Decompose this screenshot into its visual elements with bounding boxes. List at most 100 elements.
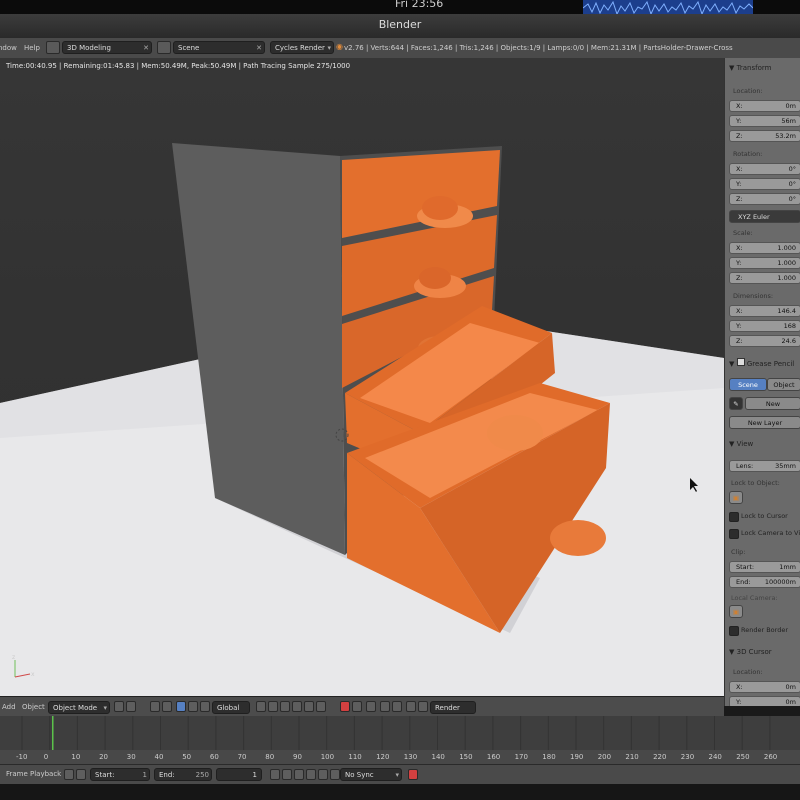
cube-icon[interactable]: ▣	[729, 491, 743, 504]
rotation-x-field[interactable]: X: 0°	[729, 163, 800, 175]
screen-layout-select[interactable]: 3D Modeling ✕	[62, 41, 152, 54]
clip-start-field[interactable]: Start: 1mm	[729, 561, 800, 573]
frame-number-label: 210	[625, 753, 639, 761]
opengl-render-icon[interactable]	[380, 701, 390, 712]
render-icon[interactable]	[392, 701, 402, 712]
grease-pencil-header[interactable]: ▼ Grease Pencil	[729, 358, 794, 368]
mode-select[interactable]: Object Mode ▾	[48, 701, 110, 714]
auto-key-icon[interactable]	[408, 769, 418, 780]
layer-icon[interactable]	[304, 701, 314, 712]
pivot-icon[interactable]	[126, 701, 136, 712]
dimensions-z-field[interactable]: Z: 24.6	[729, 335, 800, 347]
clip-label: Clip:	[731, 548, 746, 556]
grease-new-button[interactable]: New	[745, 397, 800, 410]
cursor-x-field[interactable]: X: 0m	[729, 681, 800, 693]
snap-target-icon[interactable]	[352, 701, 362, 712]
screen-layout-icon[interactable]	[46, 41, 60, 54]
grease-scene-tab[interactable]: Scene	[729, 378, 767, 391]
menu-window[interactable]: ndow	[0, 44, 17, 52]
close-icon[interactable]: ✕	[143, 42, 149, 55]
3d-cursor-header[interactable]: ▼ 3D Cursor	[729, 648, 772, 656]
play-reverse-icon[interactable]	[294, 769, 304, 780]
menu-add[interactable]: Add	[2, 703, 16, 711]
scale-z-field[interactable]: Z: 1.000	[729, 272, 800, 284]
proportional-icon[interactable]	[366, 701, 376, 712]
next-key-icon[interactable]	[318, 769, 328, 780]
menu-help[interactable]: Help	[24, 44, 40, 52]
scene-stats: v2.76 | Verts:644 | Faces:1,246 | Tris:1…	[344, 44, 733, 52]
orientation-select[interactable]: Global	[212, 701, 250, 714]
scale-y-field[interactable]: Y: 1.000	[729, 257, 800, 269]
dimensions-y-field[interactable]: Y: 168	[729, 320, 800, 332]
translate-icon[interactable]	[162, 701, 172, 712]
snap-icon[interactable]	[340, 701, 350, 712]
scale-x-field[interactable]: X: 1.000	[729, 242, 800, 254]
current-frame-field[interactable]: 1	[216, 768, 262, 781]
render-border-checkbox[interactable]	[729, 626, 739, 636]
layer-icon[interactable]	[280, 701, 290, 712]
dimensions-x-field[interactable]: X: 146.4	[729, 305, 800, 317]
start-frame-field[interactable]: Start: 1	[90, 768, 150, 781]
drawer-knob-4	[487, 415, 543, 451]
render-layer-select[interactable]: Render Layer	[430, 701, 476, 725]
frame-number-label: 90	[293, 753, 302, 761]
frame-number-label: -10	[16, 753, 28, 761]
layer-icon[interactable]	[292, 701, 302, 712]
scene-icon[interactable]	[157, 41, 171, 54]
render-layer-icon[interactable]	[418, 701, 428, 712]
pencil-icon[interactable]: ✎	[729, 397, 743, 410]
lens-field[interactable]: Lens: 35mm	[729, 460, 800, 472]
layer-icon[interactable]	[256, 701, 266, 712]
menu-object[interactable]: Object	[22, 703, 45, 711]
lock-camera-to-view-checkbox[interactable]	[729, 529, 739, 539]
axis-gizmo: z x	[12, 654, 35, 678]
jump-end-icon[interactable]	[330, 769, 340, 780]
end-frame-field[interactable]: End: 250	[154, 768, 212, 781]
rotation-mode-select[interactable]: XYZ Euler	[729, 210, 800, 223]
grease-new-layer-button[interactable]: New Layer	[729, 416, 800, 429]
rotation-y-field[interactable]: Y: 0°	[729, 178, 800, 190]
system-clock: Fri 23:56	[395, 0, 444, 10]
scene-select[interactable]: Scene ✕	[173, 41, 265, 54]
frame-number-label: 220	[653, 753, 667, 761]
shading-icon[interactable]	[114, 701, 124, 712]
record-icon[interactable]	[64, 769, 74, 780]
frame-number-label: 240	[708, 753, 722, 761]
location-z-field[interactable]: Z: 53.2m	[729, 130, 800, 142]
layer-icon[interactable]	[316, 701, 326, 712]
menu-frame[interactable]: Frame	[6, 770, 28, 778]
layer-icon[interactable]	[268, 701, 278, 712]
frame-ruler[interactable]: -10 0 10 20 30 40 50 60 70 80 90 100 110 120 130 140 150…	[0, 750, 800, 764]
cursor-y-field[interactable]: Y: 0m	[729, 696, 800, 706]
transform-icon[interactable]	[200, 701, 210, 712]
lock-to-object-label: Lock to Object:	[731, 479, 780, 487]
manipulator-icon[interactable]	[150, 701, 160, 712]
sync-select[interactable]: No Sync ▾	[340, 768, 402, 781]
render-status: Time:00:40.95 | Remaining:01:45.83 | Mem…	[6, 62, 351, 70]
properties-panel[interactable]: ▼ Transform Location: X: 0m Y: 56m Z: 53.2m…	[724, 58, 800, 706]
transform-header[interactable]: ▼ Transform	[729, 64, 771, 72]
close-icon[interactable]: ✕	[256, 42, 262, 55]
menu-playback[interactable]: Playback	[30, 770, 61, 778]
rotation-label: Rotation:	[733, 150, 763, 158]
location-x-field[interactable]: X: 0m	[729, 100, 800, 112]
render-engine-select[interactable]: Cycles Render ▾	[270, 41, 334, 54]
play-icon[interactable]	[306, 769, 316, 780]
rotation-z-field[interactable]: Z: 0°	[729, 193, 800, 205]
lock-to-cursor-checkbox[interactable]	[729, 512, 739, 522]
clip-end-field[interactable]: End: 100000m	[729, 576, 800, 588]
jump-start-icon[interactable]	[270, 769, 280, 780]
rotate-icon[interactable]	[176, 701, 186, 712]
location-y-field[interactable]: Y: 56m	[729, 115, 800, 127]
prev-key-icon[interactable]	[282, 769, 292, 780]
camera-icon[interactable]: ▣	[729, 605, 743, 618]
scale-icon[interactable]	[188, 701, 198, 712]
frame-number-label: 120	[376, 753, 390, 761]
lock-icon[interactable]	[406, 701, 416, 712]
render-preview	[0, 143, 724, 696]
keyframe-icon[interactable]	[76, 769, 86, 780]
frame-number-label: 60	[209, 753, 219, 761]
view-header[interactable]: ▼ View	[729, 440, 753, 448]
grease-object-tab[interactable]: Object	[767, 378, 800, 391]
scale-label: Scale:	[733, 229, 753, 237]
